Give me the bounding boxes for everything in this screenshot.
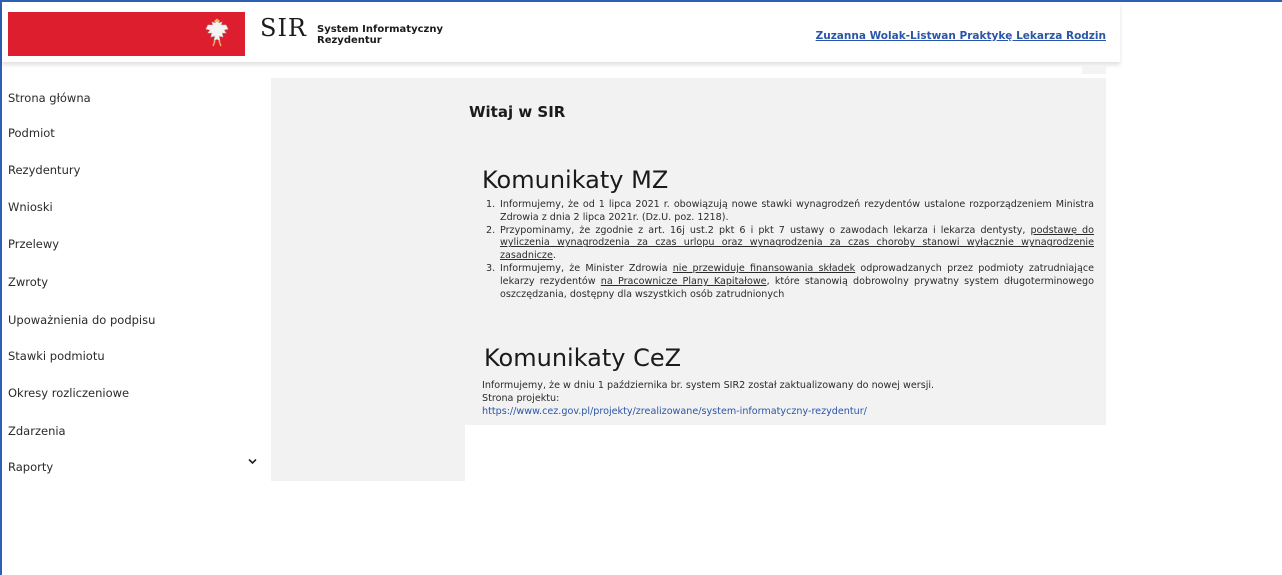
cez-announcement: Informujemy, że w dniu 1 października br… xyxy=(482,379,934,405)
list-item-emphasis: nie przewiduje finansowania składek xyxy=(672,262,856,274)
sidebar-item-billing-periods[interactable]: Okresy rozliczeniowe xyxy=(8,386,129,400)
mz-section-title: Komunikaty MZ xyxy=(482,166,669,194)
list-item-number: 2. xyxy=(486,224,496,236)
list-item-text-end: . xyxy=(552,250,556,262)
list-item-number: 3. xyxy=(486,262,496,274)
cez-project-link[interactable]: https://www.cez.gov.pl/projekty/zrealizo… xyxy=(482,406,867,417)
list-item: 3. Informujemy, że Minister Zdrowia nie … xyxy=(484,263,1094,301)
list-item-text: Informujemy, że od 1 lipca 2021 r. obowi… xyxy=(500,199,1094,223)
page-title: Witaj w SIR xyxy=(469,103,566,121)
header-edge-strip xyxy=(1082,66,1106,74)
sidebar-item-entity-rates[interactable]: Stawki podmiotu xyxy=(8,349,105,363)
sidebar-item-entity[interactable]: Podmiot xyxy=(8,126,55,140)
chevron-down-icon[interactable] xyxy=(248,458,257,465)
top-header: SIR System Informatyczny Rezydentur Zuza… xyxy=(2,2,1120,62)
logo-subtitle-line1: System Informatyczny xyxy=(317,24,443,35)
list-item-text: Przypominamy, że zgodnie z art. 16j ust.… xyxy=(500,224,1031,236)
logo-subtitle: System Informatyczny Rezydentur xyxy=(317,24,443,46)
mz-announcements-list: 1. Informujemy, że od 1 lipca 2021 r. ob… xyxy=(484,199,1094,301)
eagle-emblem-icon xyxy=(205,18,229,47)
sidebar-item-applications[interactable]: Wnioski xyxy=(8,200,53,214)
sidebar-item-transfers[interactable]: Przelewy xyxy=(8,237,59,251)
cez-section-title: Komunikaty CeZ xyxy=(484,344,682,372)
sidebar-item-residencies[interactable]: Rezydentury xyxy=(8,163,80,177)
sidebar-item-returns[interactable]: Zwroty xyxy=(8,275,48,289)
list-item: 2. Przypominamy, że zgodnie z art. 16j u… xyxy=(484,225,1094,263)
list-item-emphasis: na Pracownicze Plany Kapitałowe xyxy=(600,275,767,287)
list-item-text: Informujemy, że Minister Zdrowia xyxy=(500,262,673,274)
logo-sir: SIR xyxy=(260,14,307,42)
list-item: 1. Informujemy, że od 1 lipca 2021 r. ob… xyxy=(484,199,1094,225)
sidebar-item-home[interactable]: Strona główna xyxy=(8,91,91,105)
cez-project-label: Strona projektu: xyxy=(482,393,560,404)
sidebar-item-signing-authorizations[interactable]: Upoważnienia do podpisu xyxy=(8,313,155,327)
list-item-number: 1. xyxy=(486,199,496,210)
user-entity-link[interactable]: Zuzanna Wolak-Listwan Praktykę Lekarza R… xyxy=(816,30,1106,42)
sidebar-item-events[interactable]: Zdarzenia xyxy=(8,424,66,438)
content-footer-area xyxy=(465,425,1106,481)
sidebar-item-reports[interactable]: Raporty xyxy=(8,460,53,474)
cez-announcement-line: Informujemy, że w dniu 1 października br… xyxy=(482,380,935,391)
logo-subtitle-line2: Rezydentur xyxy=(317,35,382,46)
